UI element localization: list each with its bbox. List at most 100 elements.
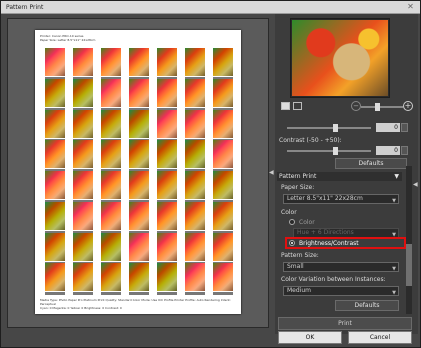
pattern-image <box>45 263 65 292</box>
pattern-image <box>213 171 233 199</box>
pattern-image <box>73 201 93 230</box>
pattern-image <box>101 78 121 107</box>
zoom-out-icon[interactable]: − <box>351 101 361 111</box>
pattern-image <box>185 140 205 169</box>
pattern-caption <box>101 292 121 296</box>
pattern-image <box>101 232 121 261</box>
pattern-image <box>157 263 177 292</box>
pattern-image <box>45 48 65 76</box>
split-view-icon[interactable] <box>293 102 302 110</box>
pattern-image <box>185 171 205 199</box>
paper-size-select[interactable]: Letter 8.5"x11" 22x28cm ▼ <box>283 194 399 204</box>
section-collapse-icon[interactable]: ▼ <box>394 172 399 181</box>
zoom-slider[interactable] <box>361 106 403 108</box>
defaults-button-top[interactable]: Defaults <box>335 158 407 169</box>
pattern-image <box>101 109 121 138</box>
pattern-instance <box>211 263 235 299</box>
contrast-spinner[interactable] <box>401 146 408 155</box>
print-preview-area: Printer: Canon PRO-10 series Paper Size:… <box>7 18 269 328</box>
contrast-slider[interactable] <box>287 150 371 152</box>
preview-header-text: Printer: Canon PRO-10 series Paper Size:… <box>40 34 96 42</box>
pattern-image <box>185 78 205 107</box>
paper-preview: Printer: Canon PRO-10 series Paper Size:… <box>35 30 241 314</box>
zoom-slider-knob[interactable] <box>375 103 380 111</box>
pattern-image <box>157 232 177 261</box>
pattern-image <box>45 201 65 230</box>
pattern-image <box>101 263 121 292</box>
paper-size-value: Letter 8.5"x11" 22x28cm <box>287 195 363 202</box>
pattern-print-section-header[interactable]: Pattern Print ▼ <box>277 172 402 181</box>
pattern-image <box>213 48 233 76</box>
pattern-image <box>129 171 149 199</box>
brightness-contrast-radio[interactable] <box>289 240 295 246</box>
pattern-image <box>185 201 205 230</box>
color-variation-value: Medium <box>287 287 311 294</box>
pattern-caption <box>73 292 93 296</box>
section-title: Pattern Print <box>279 173 317 180</box>
pattern-image <box>129 201 149 230</box>
pattern-grid <box>41 48 237 296</box>
chevron-down-icon: ▼ <box>392 198 396 204</box>
pattern-caption <box>185 292 205 296</box>
paper-size-label: Paper Size: <box>281 184 315 191</box>
thumbnail-frame <box>290 18 390 98</box>
pattern-image <box>129 232 149 261</box>
pattern-image <box>213 109 233 138</box>
pattern-image <box>157 78 177 107</box>
pattern-image <box>45 171 65 199</box>
view-controls: − + <box>279 100 414 114</box>
pattern-image <box>213 78 233 107</box>
pattern-image <box>45 140 65 169</box>
pattern-size-value: Small <box>287 263 304 270</box>
pattern-image <box>45 78 65 107</box>
scrollbar-thumb[interactable] <box>406 244 412 286</box>
collapse-right-arrow-icon[interactable]: ◀ <box>413 178 419 192</box>
pattern-image <box>213 201 233 230</box>
brightness-slider[interactable] <box>287 127 371 129</box>
color-variation-select[interactable]: Medium ▼ <box>283 286 399 296</box>
contrast-label: Contrast (-50 - +50): <box>279 137 342 144</box>
chevron-down-icon: ▼ <box>392 290 396 296</box>
pattern-caption <box>129 292 149 296</box>
close-icon[interactable]: ✕ <box>405 2 416 12</box>
pattern-image <box>101 48 121 76</box>
pattern-image <box>185 263 205 292</box>
color-variation-label: Color Variation between Instances: <box>281 276 386 283</box>
ok-button[interactable]: OK <box>278 331 342 344</box>
pattern-image <box>157 109 177 138</box>
pattern-size-label: Pattern Size: <box>281 252 319 259</box>
pattern-image <box>101 201 121 230</box>
pattern-image <box>73 171 93 199</box>
pattern-image <box>73 109 93 138</box>
pattern-caption <box>157 292 177 296</box>
pattern-image <box>129 78 149 107</box>
pattern-image <box>129 109 149 138</box>
color-radio-label: Color <box>299 219 315 226</box>
pattern-image <box>101 140 121 169</box>
pattern-print-window: Pattern Print ✕ Printer: Canon PRO-10 se… <box>0 0 421 348</box>
contrast-slider-knob[interactable] <box>333 147 338 155</box>
pattern-image <box>73 232 93 261</box>
pattern-image <box>73 78 93 107</box>
zoom-in-icon[interactable]: + <box>403 101 413 111</box>
brightness-contrast-radio-label: Brightness/Contrast <box>299 240 359 247</box>
brightness-spinner[interactable] <box>401 123 408 132</box>
single-view-icon[interactable] <box>281 102 290 110</box>
pattern-image <box>73 263 93 292</box>
pattern-image <box>157 171 177 199</box>
pattern-image <box>73 140 93 169</box>
panel-scrollbar[interactable] <box>406 166 412 314</box>
pattern-image <box>73 48 93 76</box>
color-radio[interactable] <box>289 219 295 225</box>
cancel-button[interactable]: Cancel <box>348 331 412 344</box>
brightness-value-field[interactable]: 0 <box>376 123 400 132</box>
pattern-instance <box>71 263 95 299</box>
brightness-slider-knob[interactable] <box>333 124 338 132</box>
contrast-value-field[interactable]: 0 <box>376 146 400 155</box>
pattern-image <box>213 232 233 261</box>
pattern-image <box>185 109 205 138</box>
defaults-button-bottom[interactable]: Defaults <box>335 300 399 311</box>
pattern-size-select[interactable]: Small ▼ <box>283 262 399 272</box>
pattern-instance <box>127 263 151 299</box>
print-button[interactable]: Print <box>278 317 412 330</box>
